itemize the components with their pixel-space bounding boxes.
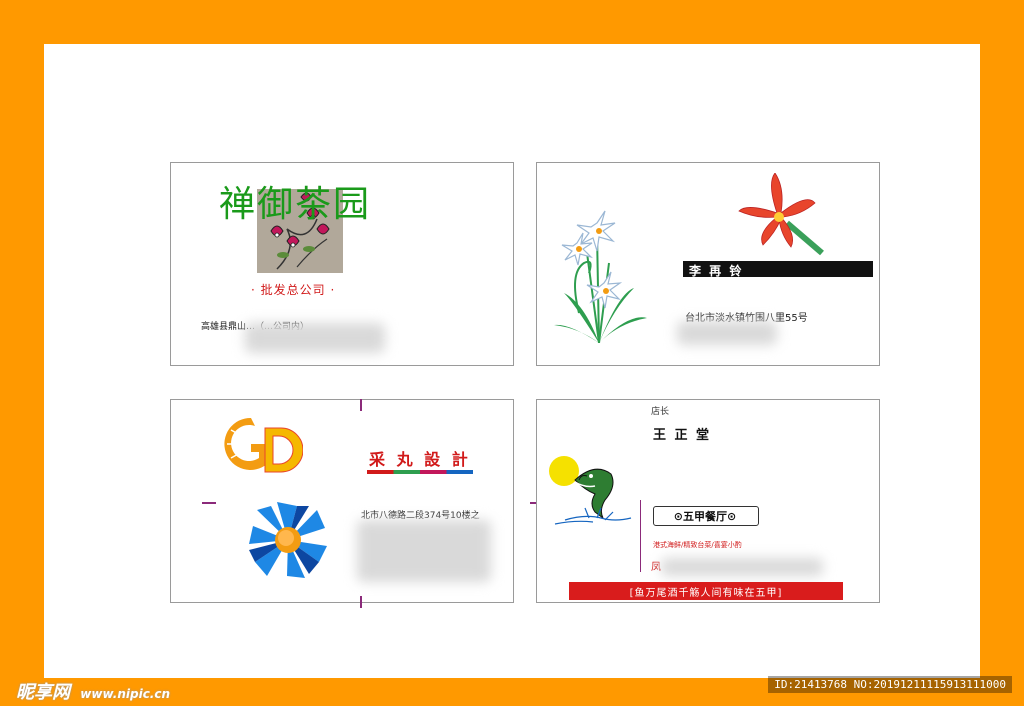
dolphin-icon <box>545 460 645 530</box>
business-card-design-studio: 采 丸 設 計 北市八德路二段374号10楼之 <box>170 399 514 603</box>
person-name: 李 再 铃 <box>689 264 744 278</box>
watermark-brand: 昵享网 <box>16 682 70 703</box>
gd-logo-icon <box>221 414 304 474</box>
brand-name: 采 丸 設 計 <box>369 450 471 469</box>
divider-line <box>640 500 641 572</box>
blurred-contact <box>677 321 777 345</box>
business-card-restaurant: 店长 王 正 堂 ⊙五甲餐厅⊙ 港式海鲜/精致台菜/喜宴小酌 凤 [鱼万尾酒千觞… <box>536 399 880 603</box>
restaurant-name: ⊙五甲餐厅⊙ <box>673 510 737 523</box>
artboard: 禅御茶园 · 批发总公司 · 高雄县鼎山…（…公司内） <box>44 44 980 678</box>
role-label: 店长 <box>651 407 670 417</box>
watermark-url: www.nipic.cn <box>80 687 171 701</box>
business-card-tea-garden: 禅御茶园 · 批发总公司 · 高雄县鼎山…（…公司内） <box>170 162 514 366</box>
crop-mark <box>360 596 362 608</box>
address-prefix: 凤 <box>651 562 661 573</box>
company-subtitle: · 批发总公司 · <box>251 283 336 297</box>
crop-mark <box>202 502 216 504</box>
orchid-icon <box>737 172 829 259</box>
brand-underline <box>367 470 473 474</box>
services: 港式海鲜/精致台菜/喜宴小酌 <box>653 541 742 549</box>
manager-name: 王 正 堂 <box>653 428 712 443</box>
blurred-contact <box>357 520 491 582</box>
watermark-id: ID:21413768 NO:20191211115913111000 <box>768 676 1012 693</box>
daffodil-icon <box>549 193 649 344</box>
crop-mark <box>360 399 362 411</box>
blurred-contact <box>245 323 385 353</box>
company-title: 禅御茶园 <box>219 184 372 225</box>
slogan: [鱼万尾酒千觞人间有味在五甲] <box>629 588 783 599</box>
business-card-orchid: 李 再 铃 台北市淡水镇竹围八里55号 <box>536 162 880 366</box>
sunburst-icon <box>247 500 329 580</box>
watermark-logo: 昵享网 www.nipic.cn <box>16 678 170 704</box>
blurred-contact <box>661 558 823 576</box>
